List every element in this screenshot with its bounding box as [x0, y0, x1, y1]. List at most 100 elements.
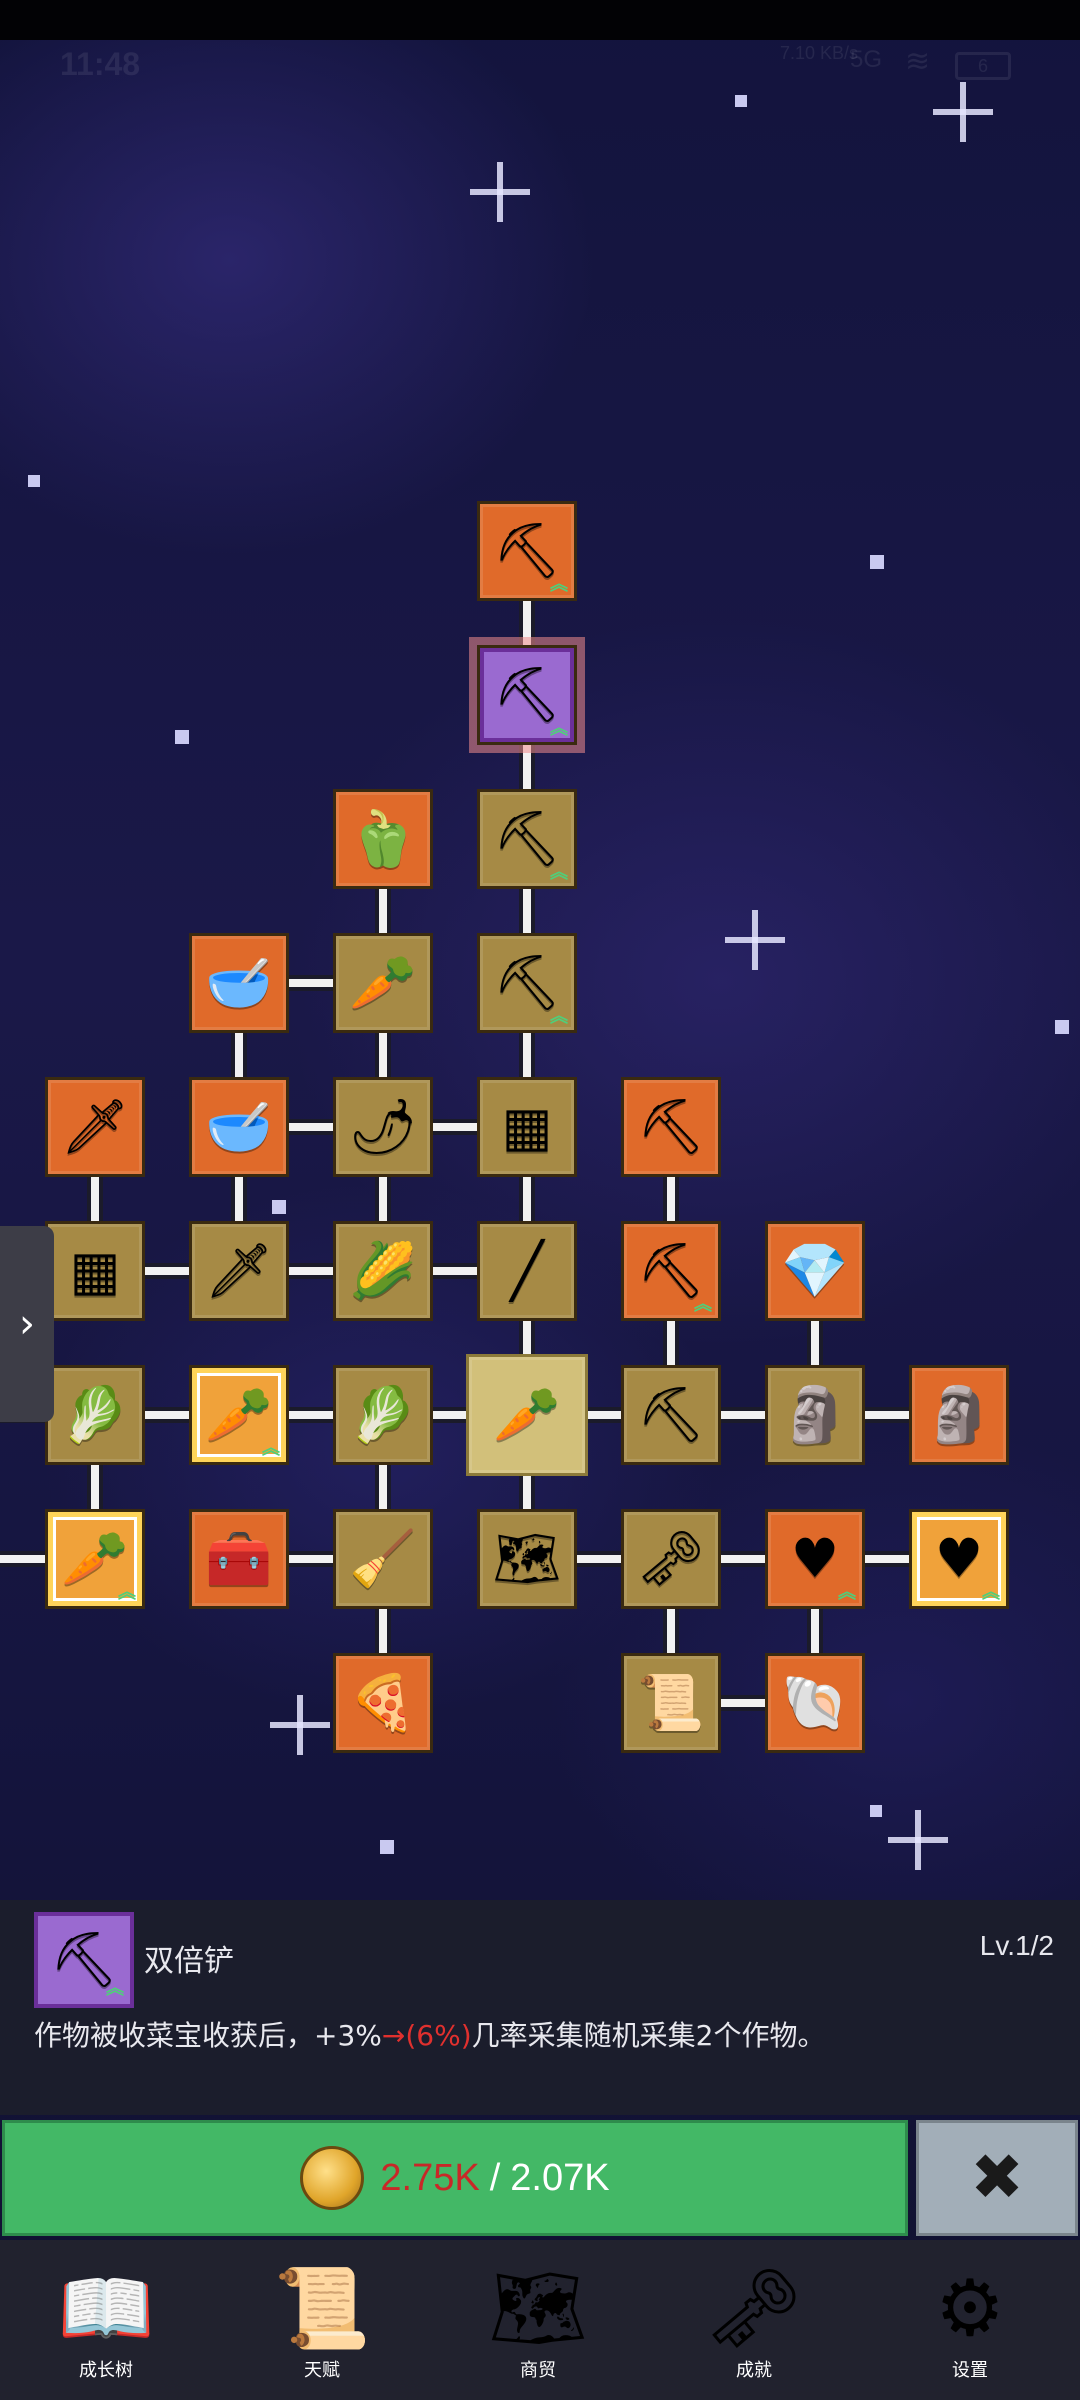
- shovel-icon: ⛏: [492, 951, 562, 1014]
- tree-link-vertical: [519, 1031, 535, 1079]
- skill-node-chili[interactable]: 🌶: [333, 1077, 433, 1177]
- nav-label: 天赋: [304, 2360, 340, 2381]
- skill-node-corn[interactable]: 🌽: [333, 1221, 433, 1321]
- side-expand-tab[interactable]: ›: [0, 1226, 54, 1422]
- carrot-icon: 🥕: [493, 1383, 561, 1446]
- skill-node-crate-1[interactable]: ▦: [477, 1077, 577, 1177]
- skill-node-key-node[interactable]: 🗝: [621, 1509, 721, 1609]
- tree-link-horizontal: [143, 1407, 191, 1423]
- nav-item-key[interactable]: 🗝 成就: [684, 2262, 824, 2392]
- pickaxe-icon: ⛏: [636, 1383, 706, 1446]
- skill-node-pickaxe-2[interactable]: ⛏ ︽: [621, 1221, 721, 1321]
- tree-link-horizontal: [719, 1695, 767, 1711]
- skill-node-bowl-1[interactable]: 🥣: [189, 933, 289, 1033]
- tree-link-horizontal: [287, 975, 335, 991]
- tree-link-horizontal: [0, 1551, 46, 1567]
- tree-link-horizontal: [431, 1119, 479, 1135]
- sword-icon: 🗡: [60, 1095, 130, 1158]
- skill-node-fossil[interactable]: 🐚: [765, 1653, 865, 1753]
- chevron-right-icon: ›: [19, 1301, 35, 1347]
- close-icon: ✖: [970, 2141, 1024, 2215]
- nav-item-book[interactable]: 📖 成长树: [36, 2262, 176, 2392]
- skill-node-map-node[interactable]: 🗺: [477, 1509, 577, 1609]
- nav-item-scroll[interactable]: 📜 天赋: [252, 2262, 392, 2392]
- desc-suffix: 几率采集随机采集2个作物。: [471, 2019, 826, 2052]
- skill-node-crate-2[interactable]: ▦: [45, 1221, 145, 1321]
- nav-label: 成长树: [79, 2360, 133, 2381]
- skill-node-carrot-center[interactable]: 🥕: [466, 1354, 588, 1476]
- skill-node-cabbage-2[interactable]: 🥬: [333, 1365, 433, 1465]
- skill-node-chest[interactable]: 🧰: [189, 1509, 289, 1609]
- book-icon: 📖: [57, 2264, 155, 2354]
- tree-link-horizontal: [431, 1263, 479, 1279]
- skill-node-scroll[interactable]: 📜: [621, 1653, 721, 1753]
- skill-node-double-shovel[interactable]: ⛏ ︽: [477, 645, 577, 745]
- skill-node-statue-2[interactable]: 🗿: [909, 1365, 1009, 1465]
- tree-link-vertical: [519, 599, 535, 647]
- tree-link-vertical: [663, 1319, 679, 1367]
- tree-link-horizontal: [287, 1119, 335, 1135]
- shovel-icon: ⛏: [492, 519, 562, 582]
- coin-icon: [300, 2146, 365, 2210]
- desc-prefix: 作物被收菜宝收获后，+3%: [34, 2019, 382, 2052]
- skill-node-heart-2[interactable]: ♥ ︽: [909, 1509, 1009, 1609]
- statue-icon: 🗿: [925, 1383, 993, 1446]
- skill-node-statue-1[interactable]: 🗿: [765, 1365, 865, 1465]
- skill-description: 作物被收菜宝收获后，+3%→(6%)几率采集随机采集2个作物。: [34, 2014, 825, 2054]
- key-icon: 🗝: [704, 2264, 804, 2354]
- upgrade-buy-button[interactable]: 2.75K / 2.07K: [2, 2120, 908, 2236]
- skill-node-pickaxe-3[interactable]: ⛏: [621, 1365, 721, 1465]
- skill-node-shovel-3[interactable]: ⛏ ︽: [477, 789, 577, 889]
- skill-node-carrot-rare-1[interactable]: 🥕 ︽: [189, 1365, 289, 1465]
- heart-icon: ♥: [790, 1527, 840, 1590]
- key-icon: 🗝: [636, 1527, 706, 1590]
- sword-icon: 🗡: [204, 1239, 274, 1302]
- skill-node-pickaxe-1[interactable]: ⛏: [621, 1077, 721, 1177]
- bowl-icon: 🥣: [205, 951, 273, 1014]
- upgrade-arrow-icon: ︽: [550, 718, 568, 739]
- cabbage-icon: 🥬: [61, 1383, 129, 1446]
- skill-node-wand[interactable]: ╱: [477, 1221, 577, 1321]
- skill-node-broom[interactable]: 🧹: [333, 1509, 433, 1609]
- tree-link-horizontal: [287, 1263, 335, 1279]
- tree-link-vertical: [519, 1175, 535, 1223]
- tree-link-horizontal: [287, 1551, 335, 1567]
- upgrade-arrow-icon: ︽: [262, 1438, 280, 1459]
- tree-link-vertical: [807, 1607, 823, 1655]
- skill-node-crystal[interactable]: 💎: [765, 1221, 865, 1321]
- skill-node-sword-2[interactable]: 🗡: [189, 1221, 289, 1321]
- crate-icon: ▦: [501, 1095, 553, 1158]
- skill-node-carrot-rare-2[interactable]: 🥕 ︽: [45, 1509, 145, 1609]
- tree-link-vertical: [519, 887, 535, 935]
- skill-name: 双倍铲: [144, 1944, 234, 1979]
- statue-icon: 🗿: [781, 1383, 849, 1446]
- nav-item-gear[interactable]: ⚙ 设置: [900, 2262, 1040, 2392]
- scroll-icon: 📜: [637, 1671, 705, 1734]
- tree-link-vertical: [375, 887, 391, 935]
- shovel-icon: ⛏: [492, 807, 562, 870]
- skill-node-shovel-top[interactable]: ⛏ ︽: [477, 501, 577, 601]
- tree-link-vertical: [663, 1175, 679, 1223]
- skill-node-pepper[interactable]: 🫑: [333, 789, 433, 889]
- tree-link-vertical: [231, 1175, 247, 1223]
- chili-icon: 🌶: [348, 1095, 418, 1158]
- tree-link-vertical: [375, 1175, 391, 1223]
- scroll-icon: 📜: [273, 2264, 371, 2354]
- radish-icon: 🥕: [349, 951, 417, 1014]
- skill-tree: ⛏ ︽ ⛏ ︽ 🫑 ⛏ ︽ 🥣 🥕 ⛏ ︽ 🗡 🥣 🌶 ▦ ⛏ ▦ 🗡 🌽 ╱ ⛏ ︽ 💎 🥬 🥕 ︽ 🥬 🥕 ⛏ 🗿 🗿 🥕 ︽ 🧰 🧹 🗺 🗝 ♥ ︽ ♥…: [0, 0, 1080, 1900]
- tree-link-horizontal: [287, 1407, 335, 1423]
- skill-node-cabbage-1[interactable]: 🥬: [45, 1365, 145, 1465]
- close-button[interactable]: ✖: [916, 2120, 1078, 2236]
- skill-node-pizza[interactable]: 🍕: [333, 1653, 433, 1753]
- heart-icon: ♥: [934, 1527, 984, 1590]
- skill-node-sword-1[interactable]: 🗡: [45, 1077, 145, 1177]
- upgrade-arrow-icon: ︽: [982, 1582, 1000, 1603]
- cost-current-coins: 2.75K: [380, 2156, 480, 2199]
- skill-node-shovel-4[interactable]: ⛏ ︽: [477, 933, 577, 1033]
- nav-item-map[interactable]: 🗺 商贸: [468, 2262, 608, 2392]
- crate-icon: ▦: [69, 1239, 121, 1302]
- skill-node-radish[interactable]: 🥕: [333, 933, 433, 1033]
- pickaxe-icon: ⛏: [636, 1239, 706, 1302]
- skill-node-bowl-2[interactable]: 🥣: [189, 1077, 289, 1177]
- skill-node-heart-1[interactable]: ♥ ︽: [765, 1509, 865, 1609]
